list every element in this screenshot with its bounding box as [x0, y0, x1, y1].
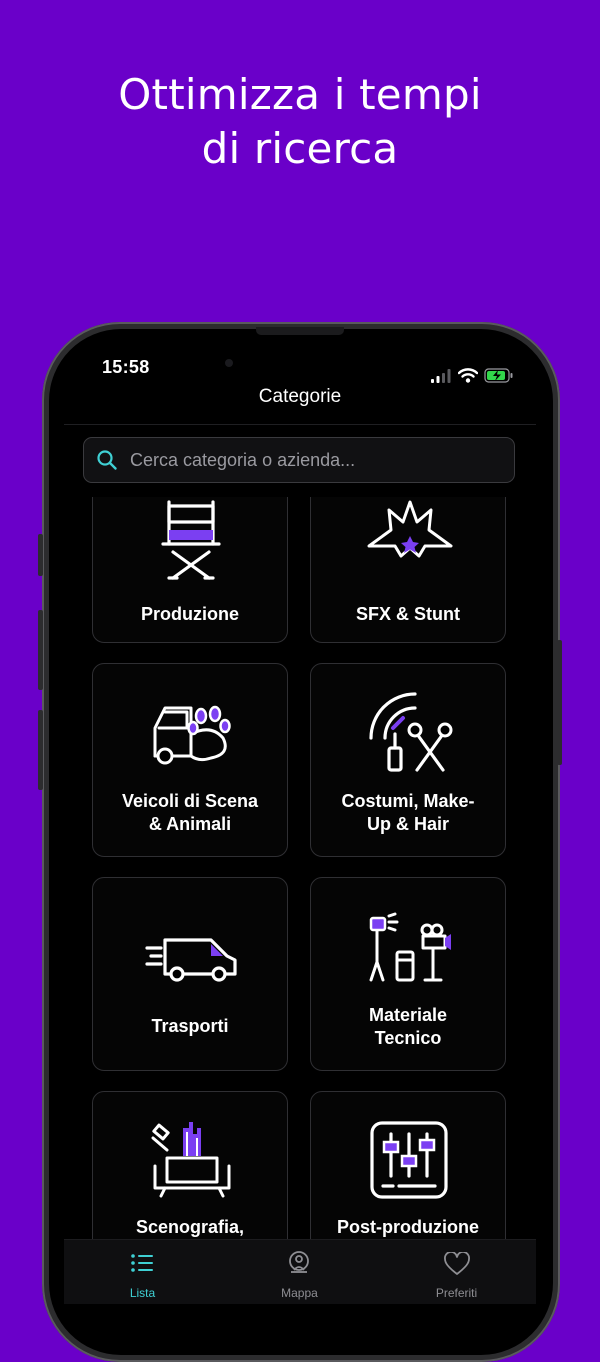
search-bar[interactable] [83, 437, 515, 483]
nav-divider [64, 424, 536, 425]
front-camera [225, 359, 233, 367]
promo-line-1: Ottimizza i tempi [118, 70, 482, 119]
tab-preferiti[interactable]: Preferiti [378, 1240, 535, 1304]
category-card-materiale-tecnico[interactable]: Materiale Tecnico [310, 877, 506, 1071]
power-button [557, 640, 562, 765]
category-card-sfx-stunt[interactable]: SFX & Stunt [310, 497, 506, 643]
heart-icon [444, 1252, 470, 1275]
page-title: Categorie [258, 386, 342, 407]
category-label: Scenografia, [135, 1217, 245, 1237]
status-icons [430, 368, 514, 383]
cellular-signal-icon [431, 368, 451, 383]
set-design-icon [151, 1122, 231, 1198]
category-label: Trasporti [151, 1016, 229, 1036]
volume-up-button [38, 610, 43, 690]
car-paw-icon [153, 705, 231, 765]
tab-lista[interactable]: Lista [64, 1240, 221, 1304]
app-screen: 15:58 Categorie Cerca categoria o aziend… [64, 344, 536, 1304]
map-icon [289, 1251, 309, 1273]
category-label: Produzione [141, 604, 239, 624]
battery-charging-icon [484, 368, 513, 383]
category-label: Post-produzione [337, 1217, 479, 1237]
list-icon [131, 1254, 153, 1272]
light-camera-icon [369, 912, 451, 982]
category-label: SFX & Stunt [356, 604, 460, 624]
makeup-scissors-icon [369, 692, 453, 772]
category-label: Materiale Tecnico [368, 1005, 448, 1048]
tab-bar: Lista Mappa Preferiti [64, 1239, 536, 1304]
mixer-sliders-icon [370, 1121, 448, 1199]
search-icon [97, 450, 117, 470]
category-card-trasporti[interactable]: Trasporti [92, 877, 288, 1071]
category-card-post-produzione[interactable]: Post-produzione [310, 1091, 506, 1239]
speaker-grille [256, 327, 344, 335]
delivery-van-icon [145, 938, 237, 982]
status-time: 15:58 [102, 357, 150, 377]
mute-switch [38, 534, 43, 576]
category-card-produzione[interactable]: Produzione [92, 497, 288, 643]
promo-line-2: di ricerca [201, 124, 399, 173]
category-card-veicoli-animali[interactable]: Veicoli di Scena & Animali [92, 663, 288, 857]
volume-down-button [38, 710, 43, 790]
search-input[interactable] [128, 448, 502, 472]
category-card-scenografia[interactable]: Scenografia, [92, 1091, 288, 1239]
tab-mappa[interactable]: Mappa [221, 1240, 378, 1304]
explosion-star-icon [367, 500, 453, 558]
director-chair-icon [161, 500, 221, 580]
category-card-costumi-makeup[interactable]: Costumi, Make- Up & Hair [310, 663, 506, 857]
promo-headline: Ottimizza i tempi di ricerca [0, 68, 600, 176]
category-label: Costumi, Make- Up & Hair [341, 791, 475, 834]
notch [204, 344, 396, 385]
category-grid: Produzione SFX & Stunt Veicoli di Scena … [64, 497, 536, 1239]
category-label: Veicoli di Scena & Animali [121, 791, 259, 834]
wifi-icon [458, 368, 478, 383]
